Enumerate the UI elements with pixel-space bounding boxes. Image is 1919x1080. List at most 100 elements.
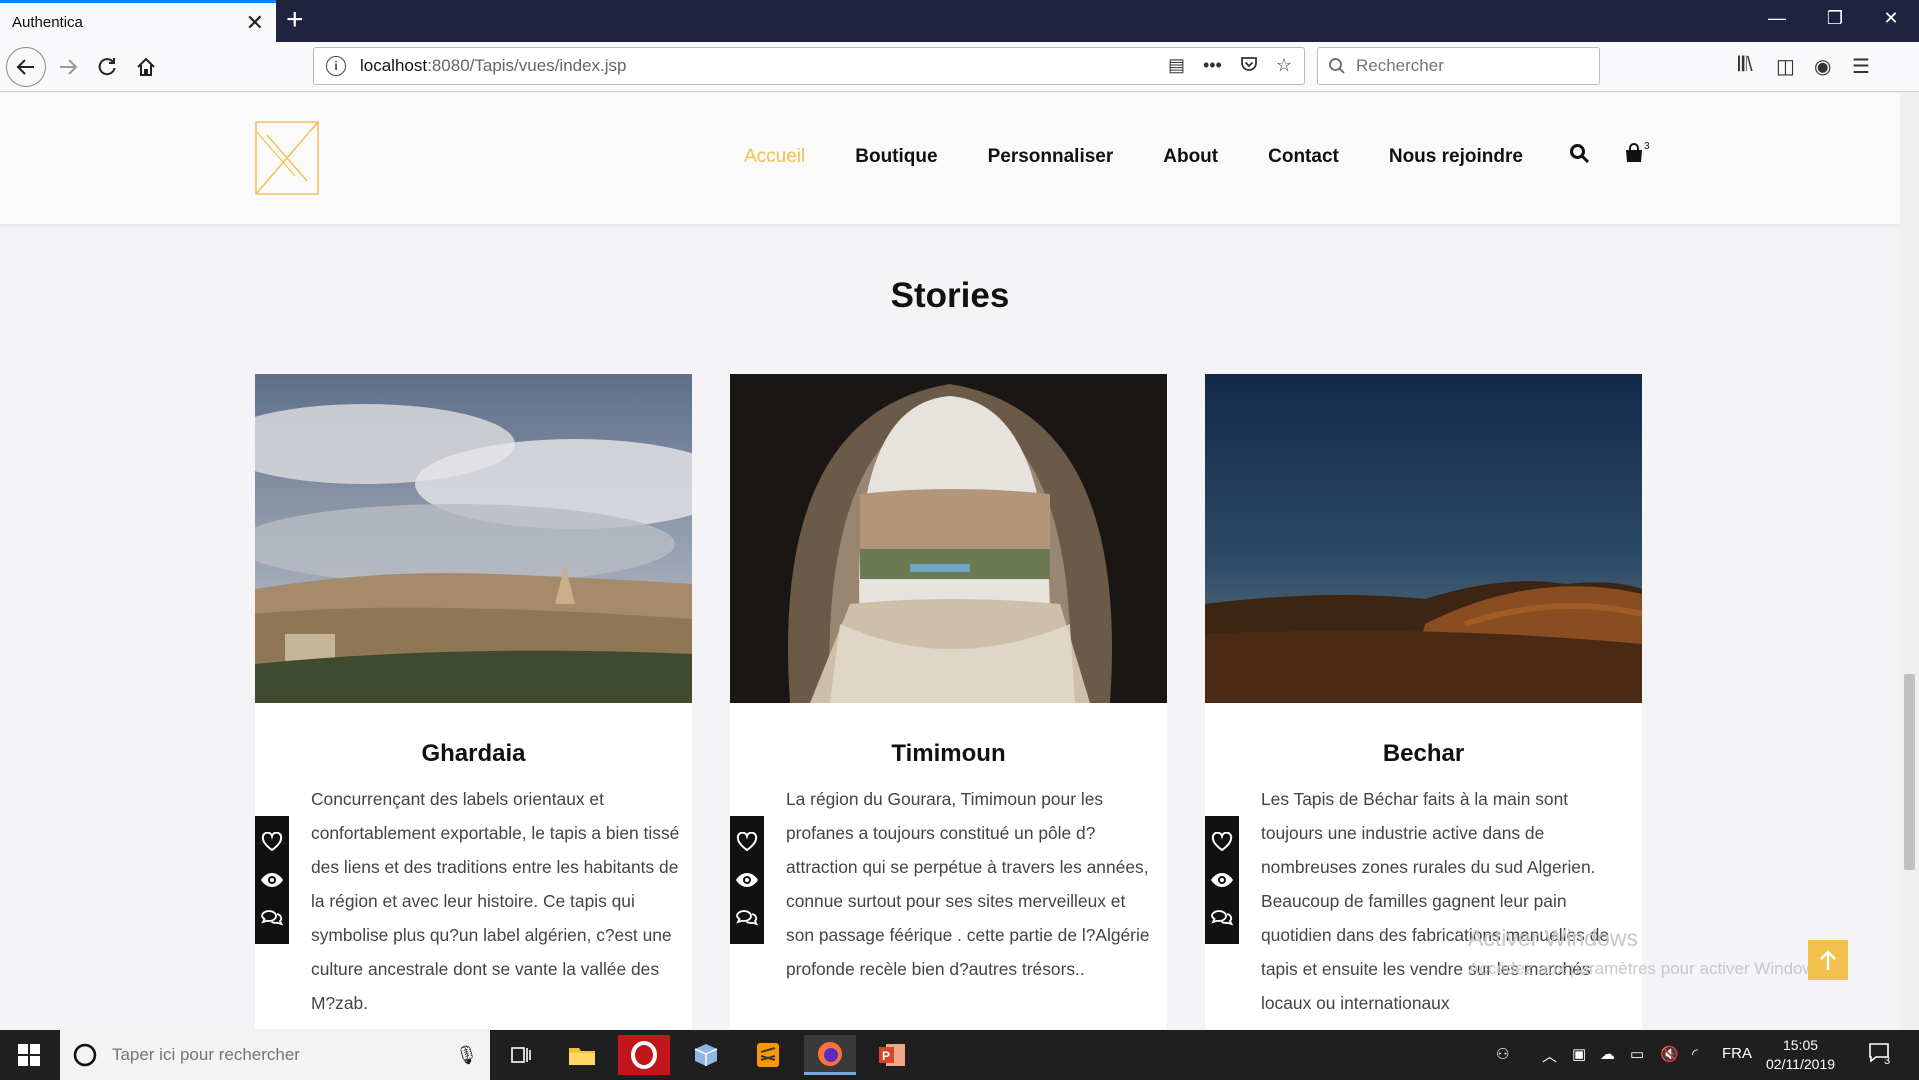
address-bar[interactable]: i localhost:8080/Tapis/vues/index.jsp ▤ … — [313, 47, 1305, 85]
page-scrollbar[interactable] — [1900, 93, 1919, 1030]
story-text: Concurrençant des labels orientaux et co… — [311, 789, 680, 1013]
task-view-icon[interactable] — [494, 1035, 546, 1075]
windows-start-icon[interactable] — [18, 1044, 40, 1071]
browser-tab-bar: Authentica ✕ + — ❐ ✕ — [0, 0, 1919, 42]
nav-accueil[interactable]: Accueil — [744, 146, 805, 168]
forward-button[interactable] — [48, 47, 88, 87]
close-tab-icon[interactable]: ✕ — [246, 11, 264, 34]
sublime-text-icon[interactable] — [742, 1035, 794, 1075]
url-host: localhost — [360, 56, 428, 75]
heart-icon[interactable] — [261, 832, 283, 852]
cortana-icon — [73, 1043, 97, 1067]
reload-icon — [98, 58, 116, 76]
activation-watermark-text: Accédez aux paramètres pour activer Wind… — [1468, 959, 1828, 978]
story-title: Ghardaia — [421, 740, 526, 767]
account-icon[interactable]: ◉ — [1814, 54, 1831, 79]
new-tab-button[interactable]: + — [286, 4, 304, 36]
wifi-icon[interactable]: ◜ — [1692, 1045, 1698, 1063]
eye-icon[interactable] — [260, 872, 284, 888]
nav-about[interactable]: About — [1163, 146, 1218, 168]
clock-date: 02/11/2019 — [1766, 1056, 1836, 1072]
people-icon[interactable]: ⚇ — [1496, 1045, 1509, 1063]
comments-icon[interactable] — [260, 908, 284, 928]
bookmark-star-icon[interactable]: ☆ — [1276, 55, 1292, 78]
site-search-icon[interactable] — [1569, 143, 1590, 170]
input-language[interactable]: FRA — [1722, 1045, 1752, 1062]
section-title: Stories — [890, 276, 1010, 315]
microphone-icon[interactable]: 🎙 — [455, 1045, 478, 1066]
sidebar-icon[interactable]: ◫ — [1776, 54, 1795, 79]
home-icon — [137, 57, 155, 76]
minimize-button[interactable]: — — [1752, 8, 1802, 29]
tab-title: Authentica — [12, 14, 83, 31]
taskbar-search-input[interactable] — [111, 1045, 442, 1065]
page-actions-icon[interactable]: ••• — [1203, 55, 1222, 78]
story-image-ghardaia[interactable] — [255, 374, 692, 703]
windows-taskbar: 🎙 P ⚇ ︿ ▣ ☁ ▭ 🔇 ◜ FRA 15:05 02/11/2019 3 — [0, 1030, 1919, 1080]
powerpoint-icon[interactable]: P — [866, 1035, 918, 1075]
story-actions — [1205, 816, 1239, 944]
comments-icon[interactable] — [1210, 908, 1234, 928]
activation-watermark-title: Activer Windows — [1468, 925, 1638, 951]
menu-icon[interactable]: ☰ — [1852, 54, 1870, 79]
volume-muted-icon[interactable]: 🔇 — [1660, 1045, 1679, 1063]
heart-icon[interactable] — [736, 832, 758, 852]
file-explorer-icon[interactable] — [556, 1035, 608, 1075]
info-icon[interactable]: i — [326, 56, 346, 76]
story-title: Bechar — [1382, 740, 1465, 767]
virtualbox-icon[interactable] — [680, 1035, 732, 1075]
url-path: :8080/Tapis/vues/index.jsp — [427, 56, 627, 75]
site-header: Accueil Boutique Personnaliser About Con… — [0, 93, 1900, 224]
notification-count: 3 — [1884, 1055, 1891, 1067]
arrow-left-icon — [16, 59, 34, 75]
browser-search-input[interactable] — [1356, 56, 1576, 76]
restore-button[interactable]: ❐ — [1810, 8, 1860, 29]
nav-contact[interactable]: Contact — [1268, 146, 1339, 168]
eye-icon[interactable] — [1210, 872, 1234, 888]
reader-view-icon[interactable]: ▤ — [1168, 55, 1185, 78]
close-window-button[interactable]: ✕ — [1866, 8, 1916, 29]
show-hidden-icons[interactable]: ︿ — [1542, 1045, 1557, 1066]
firefox-icon[interactable] — [804, 1035, 856, 1075]
nav-personnaliser[interactable]: Personnaliser — [988, 146, 1114, 168]
story-image-timimoun[interactable] — [730, 374, 1167, 703]
nav-boutique[interactable]: Boutique — [855, 146, 937, 168]
taskbar-search[interactable]: 🎙 — [60, 1030, 490, 1080]
story-actions — [255, 816, 289, 944]
scroll-to-top-button[interactable] — [1808, 940, 1848, 980]
battery-icon[interactable]: ▭ — [1630, 1045, 1644, 1063]
network-error-icon[interactable]: ☁ — [1600, 1045, 1615, 1063]
story-image-bechar[interactable] — [1205, 374, 1642, 703]
back-button[interactable] — [6, 47, 46, 87]
tray-app-icon[interactable]: ▣ — [1572, 1045, 1586, 1063]
svg-text:P: P — [882, 1049, 890, 1063]
browser-search-box[interactable] — [1317, 47, 1600, 85]
reload-button[interactable] — [87, 47, 127, 87]
story-text: Les Tapis de Béchar faits à la main sont… — [1261, 789, 1610, 1013]
opera-icon[interactable] — [618, 1035, 670, 1075]
main-nav: Accueil Boutique Personnaliser About Con… — [744, 146, 1573, 168]
story-text: La région du Gourara, Timimoun pour les … — [786, 789, 1150, 979]
comments-icon[interactable] — [735, 908, 759, 928]
search-icon — [1329, 58, 1345, 74]
browser-toolbar: i localhost:8080/Tapis/vues/index.jsp ▤ … — [0, 42, 1919, 92]
system-clock[interactable]: 15:05 02/11/2019 — [1766, 1036, 1835, 1074]
clock-time: 15:05 — [1782, 1037, 1819, 1053]
browser-tab[interactable]: Authentica ✕ — [0, 0, 276, 42]
pocket-icon[interactable] — [1240, 55, 1258, 78]
heart-icon[interactable] — [1211, 832, 1233, 852]
shopping-bag-icon[interactable] — [1624, 143, 1644, 169]
scrollbar-thumb[interactable] — [1904, 674, 1915, 870]
arrow-right-icon — [60, 59, 78, 75]
home-button[interactable] — [126, 47, 166, 87]
eye-icon[interactable] — [735, 872, 759, 888]
nav-nous-rejoindre[interactable]: Nous rejoindre — [1389, 146, 1523, 168]
story-title: Timimoun — [891, 740, 1006, 767]
arrow-up-icon — [1820, 950, 1836, 970]
story-actions — [730, 816, 764, 944]
cart-count-badge: 3 — [1644, 141, 1650, 152]
library-icon[interactable]: 𝄃𝄃\ — [1738, 54, 1753, 77]
site-logo[interactable] — [255, 121, 319, 200]
story-card-timimoun: Timimoun La région du Gourara, Timimoun … — [730, 374, 1167, 1029]
story-card-ghardaia: Ghardaia Concurrençant des labels orient… — [255, 374, 692, 1029]
